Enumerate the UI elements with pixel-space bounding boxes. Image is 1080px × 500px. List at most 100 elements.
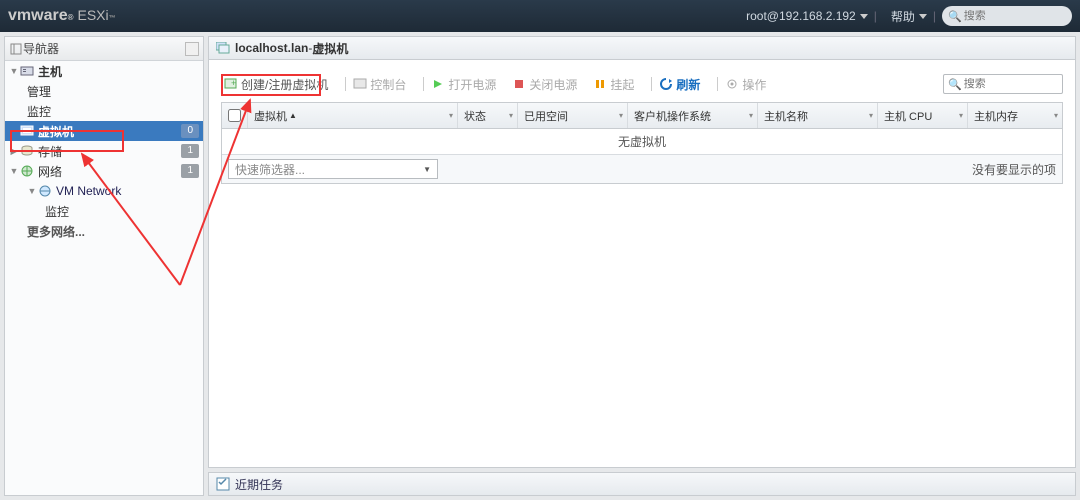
actions-button[interactable]: 操作 bbox=[722, 75, 769, 94]
sort-asc-icon: ▲ bbox=[289, 111, 297, 120]
column-guest-os[interactable]: 客户机操作系统▾ bbox=[628, 103, 758, 128]
create-vm-label: 创建/注册虚拟机 bbox=[241, 76, 328, 93]
help-label: 帮助 bbox=[891, 8, 915, 25]
user-menu[interactable]: root@192.168.2.192 bbox=[746, 9, 868, 23]
storage-icon bbox=[19, 144, 35, 158]
quick-filter-label: 快速筛选器... bbox=[235, 161, 305, 178]
tree-host[interactable]: ▼ 主机 bbox=[5, 61, 203, 81]
tree-host-label: 主机 bbox=[38, 63, 62, 80]
console-icon bbox=[353, 77, 367, 91]
recent-tasks-bar[interactable]: 近期任务 bbox=[208, 472, 1076, 496]
pin-icon[interactable] bbox=[185, 42, 199, 56]
tree-more-networks[interactable]: 更多网络... bbox=[5, 221, 203, 241]
top-header: vmware® ESXi™ root@192.168.2.192 | 帮助 | … bbox=[0, 0, 1080, 32]
vm-grid: 虚拟机▲▾ 状态▾ 已用空间▾ 客户机操作系统▾ 主机名称▾ 主机 CPU▾ 主… bbox=[221, 102, 1063, 184]
chevron-down-icon[interactable]: ▾ bbox=[959, 111, 963, 120]
logo-vm: vm bbox=[8, 7, 31, 25]
column-used-space[interactable]: 已用空间▾ bbox=[518, 103, 628, 128]
pause-icon bbox=[593, 77, 607, 91]
chevron-down-icon[interactable]: ▾ bbox=[449, 111, 453, 120]
logo-esxi: ESXi bbox=[78, 7, 109, 23]
navigator-panel: 导航器 ▼ 主机 管理 监控 虚拟机 0 ▶ 存储 1 bbox=[4, 36, 204, 496]
select-all-checkbox[interactable] bbox=[228, 109, 241, 122]
tasks-icon bbox=[215, 476, 231, 492]
refresh-button[interactable]: 刷新 bbox=[656, 75, 703, 94]
main-panel: + 创建/注册虚拟机 控制台 打开电源 关闭电源 bbox=[208, 60, 1076, 468]
collapse-icon[interactable]: ▼ bbox=[27, 186, 37, 196]
tree-storage-badge: 1 bbox=[181, 144, 199, 158]
column-host-mem[interactable]: 主机内存▾ bbox=[968, 103, 1062, 128]
tree-host-manage[interactable]: 管理 bbox=[5, 81, 203, 101]
tree-vmnetwork-monitor[interactable]: 监控 bbox=[5, 201, 203, 221]
chevron-down-icon[interactable]: ▾ bbox=[509, 111, 513, 120]
vm-icon bbox=[19, 124, 35, 138]
expand-icon[interactable]: ▶ bbox=[9, 146, 19, 157]
tree-network-badge: 1 bbox=[181, 164, 199, 178]
chevron-down-icon bbox=[860, 14, 868, 19]
chevron-down-icon[interactable]: ▾ bbox=[869, 111, 873, 120]
column-checkbox[interactable] bbox=[222, 103, 248, 128]
grid-footer: 快速筛选器... ▼ 没有要显示的项 bbox=[222, 155, 1062, 183]
tree-host-monitor[interactable]: 监控 bbox=[5, 101, 203, 121]
refresh-label: 刷新 bbox=[676, 76, 700, 93]
suspend-label: 挂起 bbox=[610, 76, 634, 93]
global-search-input[interactable] bbox=[964, 10, 1059, 22]
network-icon bbox=[19, 164, 35, 178]
help-menu[interactable]: 帮助 bbox=[891, 8, 927, 25]
tree-vm-label: 虚拟机 bbox=[38, 123, 74, 140]
breadcrumb-page: 虚拟机 bbox=[312, 40, 348, 57]
content-area: localhost.lan - 虚拟机 + 创建/注册虚拟机 控制台 打 bbox=[208, 36, 1076, 496]
chevron-down-icon[interactable]: ▾ bbox=[749, 111, 753, 120]
console-label: 控制台 bbox=[370, 76, 406, 93]
tree-storage-label: 存储 bbox=[38, 143, 62, 160]
vm-network-icon bbox=[37, 184, 53, 198]
svg-text:+: + bbox=[231, 78, 236, 88]
play-icon bbox=[431, 77, 445, 91]
column-host-cpu[interactable]: 主机 CPU▾ bbox=[878, 103, 968, 128]
vm-group-icon bbox=[215, 40, 231, 56]
power-on-label: 打开电源 bbox=[448, 76, 496, 93]
grid-header-row: 虚拟机▲▾ 状态▾ 已用空间▾ 客户机操作系统▾ 主机名称▾ 主机 CPU▾ 主… bbox=[222, 103, 1062, 129]
power-on-button[interactable]: 打开电源 bbox=[428, 75, 499, 94]
tree-vmnetwork[interactable]: ▼ VM Network bbox=[5, 181, 203, 201]
column-host-name[interactable]: 主机名称▾ bbox=[758, 103, 878, 128]
tree-vmnetwork-label: VM Network bbox=[56, 184, 121, 198]
power-off-button[interactable]: 关闭电源 bbox=[509, 75, 580, 94]
separator bbox=[345, 77, 346, 91]
vm-search[interactable]: 🔍 bbox=[943, 74, 1063, 94]
search-icon: 🔍 bbox=[948, 78, 962, 91]
separator bbox=[651, 77, 652, 91]
chevron-down-icon[interactable]: ▾ bbox=[1054, 111, 1058, 120]
breadcrumb-bar: localhost.lan - 虚拟机 bbox=[208, 36, 1076, 60]
create-vm-icon: + bbox=[224, 77, 238, 91]
create-vm-button[interactable]: + 创建/注册虚拟机 bbox=[221, 75, 331, 94]
breadcrumb-host: localhost.lan bbox=[235, 41, 308, 55]
quick-filter-dropdown[interactable]: 快速筛选器... ▼ bbox=[228, 159, 438, 179]
vm-toolbar: + 创建/注册虚拟机 控制台 打开电源 关闭电源 bbox=[221, 72, 1063, 96]
vmware-logo: vmware® ESXi™ bbox=[8, 7, 116, 25]
tree-storage[interactable]: ▶ 存储 1 bbox=[5, 141, 203, 161]
suspend-button[interactable]: 挂起 bbox=[590, 75, 637, 94]
chevron-down-icon[interactable]: ▾ bbox=[619, 111, 623, 120]
collapse-icon[interactable]: ▼ bbox=[9, 166, 19, 176]
stop-icon bbox=[512, 77, 526, 91]
tree-vm[interactable]: 虚拟机 0 bbox=[5, 121, 203, 141]
host-icon bbox=[19, 64, 35, 78]
recent-tasks-label: 近期任务 bbox=[235, 476, 283, 493]
column-vm[interactable]: 虚拟机▲▾ bbox=[248, 103, 458, 128]
actions-label: 操作 bbox=[742, 76, 766, 93]
column-status[interactable]: 状态▾ bbox=[458, 103, 518, 128]
vm-search-input[interactable] bbox=[964, 78, 1059, 90]
logo-ware: ware bbox=[31, 7, 67, 25]
power-off-label: 关闭电源 bbox=[529, 76, 577, 93]
chevron-down-icon: ▼ bbox=[423, 165, 431, 174]
console-button[interactable]: 控制台 bbox=[350, 75, 409, 94]
collapse-icon[interactable]: ▼ bbox=[9, 66, 19, 76]
no-items-label: 没有要显示的项 bbox=[972, 161, 1056, 178]
navigator-title: 导航器 bbox=[23, 40, 59, 57]
tree-network[interactable]: ▼ 网络 1 bbox=[5, 161, 203, 181]
global-search[interactable]: 🔍 bbox=[942, 6, 1072, 26]
separator bbox=[717, 77, 718, 91]
refresh-icon bbox=[659, 77, 673, 91]
separator: | bbox=[933, 9, 936, 23]
